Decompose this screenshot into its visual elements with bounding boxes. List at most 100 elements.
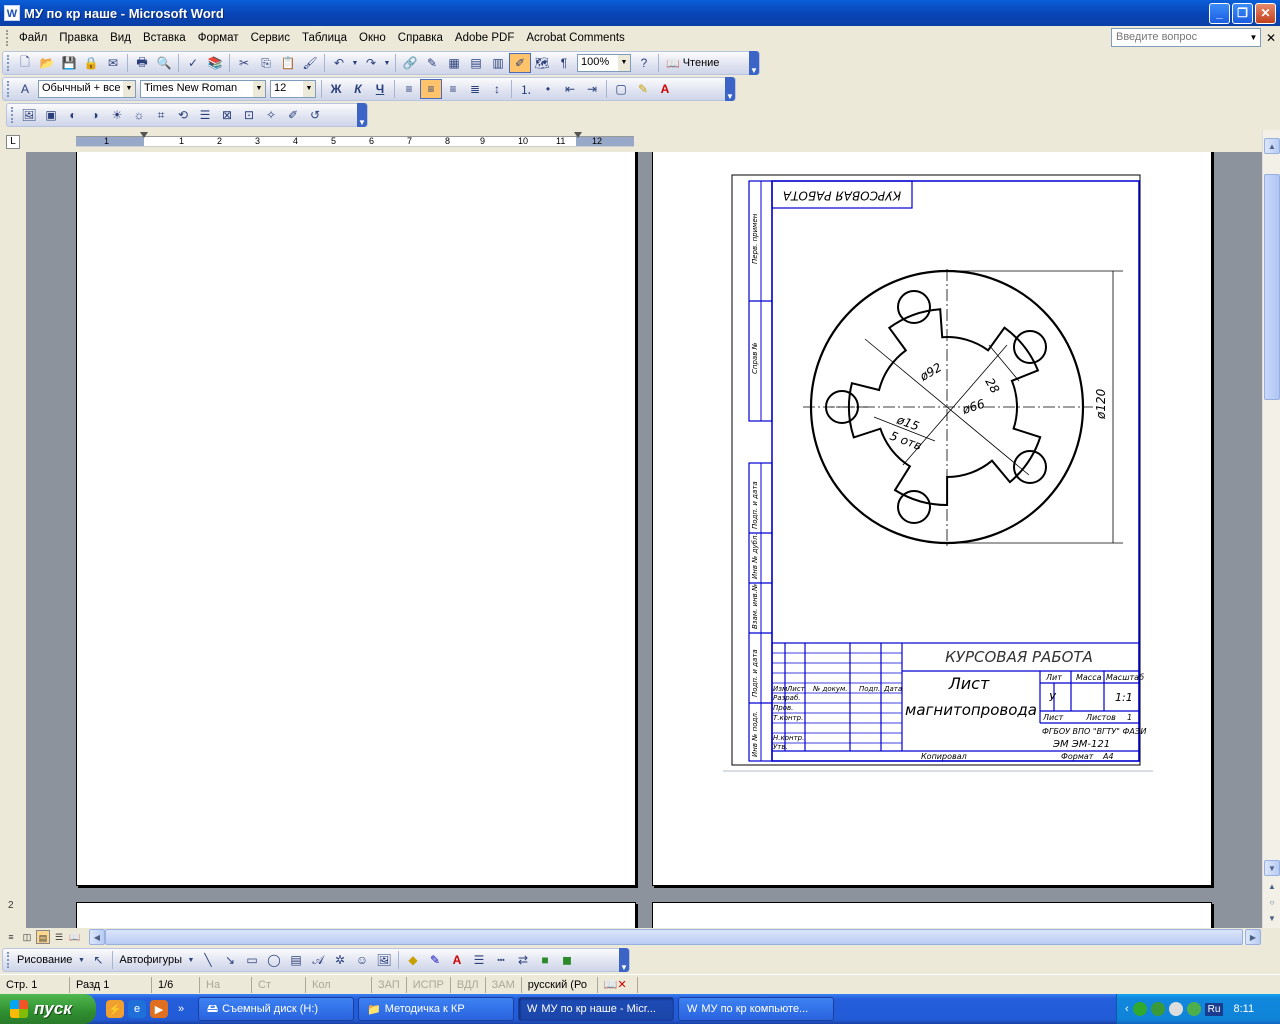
zoom-select[interactable]: 100% ▼ bbox=[577, 54, 631, 72]
toolbar-options-icon[interactable]: ▼ bbox=[725, 77, 735, 101]
task-word-other[interactable]: W МУ по кр компьюте... bbox=[678, 997, 834, 1021]
horizontal-ruler[interactable]: 1 1 2 3 4 5 6 7 8 9 10 11 12 bbox=[76, 132, 634, 147]
font-select[interactable]: Times New Roman ▼ bbox=[140, 80, 266, 98]
page-left-next[interactable] bbox=[76, 902, 636, 928]
scroll-left-icon[interactable]: ◀ bbox=[89, 929, 105, 945]
volume-icon[interactable] bbox=[1168, 1002, 1183, 1016]
toolbar-grip[interactable] bbox=[11, 107, 14, 123]
textbox-icon[interactable]: ▤ bbox=[285, 950, 307, 970]
style-select[interactable]: Обычный + все ▼ bbox=[38, 80, 136, 98]
zoom-dropdown-icon[interactable]: ▼ bbox=[618, 55, 630, 71]
vertical-scrollbar[interactable]: ▲ ▼ ▲ ○ ▼ bbox=[1262, 130, 1280, 928]
borders-icon[interactable]: ▢ bbox=[610, 79, 632, 99]
internet-explorer-icon[interactable]: e bbox=[128, 1000, 146, 1018]
more-contrast-icon[interactable]: ◐ bbox=[62, 105, 84, 125]
more-brightness-icon[interactable]: ☀ bbox=[106, 105, 128, 125]
decrease-indent-icon[interactable]: ⇤ bbox=[559, 79, 581, 99]
page-left[interactable] bbox=[76, 152, 636, 886]
status-ext[interactable]: ВДЛ bbox=[451, 976, 486, 993]
read-mode-button[interactable]: 📖 Чтение bbox=[662, 53, 723, 73]
status-ovr[interactable]: ЗАМ bbox=[486, 976, 522, 993]
page-right[interactable]: Перв. примен Справ № Подп. и дата Инв № … bbox=[652, 152, 1212, 886]
draw-dropdown-icon[interactable]: ▼ bbox=[75, 950, 87, 970]
menu-help[interactable]: Справка bbox=[392, 32, 449, 44]
info-icon[interactable] bbox=[1186, 1002, 1201, 1016]
text-wrap-icon[interactable]: ⊡ bbox=[238, 105, 260, 125]
email-icon[interactable]: ✉ bbox=[102, 53, 124, 73]
undo-icon[interactable]: ↶ bbox=[328, 53, 350, 73]
dash-style-icon[interactable]: ┅ bbox=[490, 950, 512, 970]
numbering-icon[interactable]: ⒈ bbox=[515, 79, 537, 99]
normal-view-icon[interactable]: ≡ bbox=[4, 930, 18, 944]
horizontal-scroll-thumb[interactable] bbox=[105, 929, 1243, 945]
menu-file[interactable]: Файл bbox=[13, 32, 53, 44]
task-removable-disk[interactable]: 🖴 Съемный диск (H:) bbox=[198, 997, 354, 1021]
hyperlink-icon[interactable]: 🔗 bbox=[399, 53, 421, 73]
print-icon[interactable]: 🖶 bbox=[131, 53, 153, 73]
scroll-up-icon[interactable]: ▲ bbox=[1264, 138, 1280, 154]
tab-selector[interactable]: L bbox=[6, 135, 20, 149]
less-brightness-icon[interactable]: ☼ bbox=[128, 105, 150, 125]
line-color-icon[interactable]: ✎ bbox=[424, 950, 446, 970]
toolbar-options-icon[interactable]: ▼ bbox=[357, 103, 367, 127]
network-icon[interactable] bbox=[1132, 1002, 1147, 1016]
scroll-right-icon[interactable]: ▶ bbox=[1245, 929, 1261, 945]
reset-picture-icon[interactable]: ↺ bbox=[304, 105, 326, 125]
new-document-icon[interactable]: 🗋 bbox=[14, 53, 36, 73]
fill-color-icon[interactable]: ◆ bbox=[402, 950, 424, 970]
web-view-icon[interactable]: ◫ bbox=[20, 930, 34, 944]
toolbar-options-icon[interactable]: ▼ bbox=[619, 948, 629, 972]
right-indent-marker[interactable] bbox=[574, 132, 582, 138]
underline-button[interactable]: Ч bbox=[369, 79, 391, 99]
reading-view-icon[interactable]: 📖 bbox=[68, 930, 82, 944]
bullets-icon[interactable]: • bbox=[537, 79, 559, 99]
messenger-icon[interactable] bbox=[1150, 1002, 1165, 1016]
autoshapes-dropdown-icon[interactable]: ▼ bbox=[185, 950, 197, 970]
status-rec[interactable]: ЗАП bbox=[372, 976, 407, 993]
diagram-icon[interactable]: ✲ bbox=[329, 950, 351, 970]
status-trk[interactable]: ИСПР bbox=[407, 976, 451, 993]
print-layout-icon[interactable]: ▤ bbox=[36, 930, 50, 944]
insert-excel-icon[interactable]: ▤ bbox=[465, 53, 487, 73]
toolbar-options-icon[interactable]: ▼ bbox=[749, 51, 759, 75]
font-dropdown-icon[interactable]: ▼ bbox=[253, 81, 265, 97]
line-spacing-icon[interactable]: ↕ bbox=[486, 79, 508, 99]
menu-adobe-pdf[interactable]: Adobe PDF bbox=[449, 32, 520, 44]
document-map-icon[interactable]: 🗺 bbox=[531, 53, 553, 73]
page-right-next[interactable] bbox=[652, 902, 1212, 928]
outline-view-icon[interactable]: ☰ bbox=[52, 930, 66, 944]
undo-dropdown-icon[interactable]: ▼ bbox=[350, 53, 360, 73]
align-right-icon[interactable]: ≡ bbox=[442, 79, 464, 99]
cut-icon[interactable]: ✂ bbox=[233, 53, 255, 73]
wordart-icon[interactable]: 𝒜 bbox=[307, 950, 329, 970]
previous-page-icon[interactable]: ▲ bbox=[1264, 878, 1280, 894]
open-folder-icon[interactable]: 📂 bbox=[36, 53, 58, 73]
word-app-icon[interactable]: W bbox=[4, 5, 20, 21]
quicklaunch-more-icon[interactable]: » bbox=[172, 1000, 190, 1018]
toolbar-grip[interactable] bbox=[7, 55, 10, 71]
line-icon[interactable]: ╲ bbox=[197, 950, 219, 970]
start-button[interactable]: пуск bbox=[0, 994, 96, 1024]
crop-icon[interactable]: ⌗ bbox=[150, 105, 172, 125]
first-line-indent-marker[interactable] bbox=[140, 132, 148, 138]
task-methodichka[interactable]: 📁 Методичка к КР bbox=[358, 997, 514, 1021]
technical-drawing[interactable]: Перв. примен Справ № Подп. и дата Инв № … bbox=[653, 152, 1213, 887]
shadow-icon[interactable]: ■ bbox=[534, 950, 556, 970]
font-size-select[interactable]: 12 ▼ bbox=[270, 80, 316, 98]
format-painter-icon[interactable]: 🖌 bbox=[299, 53, 321, 73]
close-document-icon[interactable]: ✕ bbox=[1266, 31, 1276, 45]
horizontal-scrollbar[interactable]: ◀ ▶ bbox=[89, 929, 1261, 945]
arrow-icon[interactable]: ↘ bbox=[219, 950, 241, 970]
redo-dropdown-icon[interactable]: ▼ bbox=[382, 53, 392, 73]
menu-view[interactable]: Вид bbox=[104, 32, 137, 44]
research-icon[interactable]: 📚 bbox=[204, 53, 226, 73]
redo-icon[interactable]: ↷ bbox=[360, 53, 382, 73]
align-left-icon[interactable]: ≡ bbox=[398, 79, 420, 99]
toolbar-grip[interactable] bbox=[7, 952, 10, 968]
help-icon[interactable]: ? bbox=[633, 53, 655, 73]
autoshapes-button[interactable]: Автофигуры bbox=[116, 954, 185, 966]
browse-object-icon[interactable]: ○ bbox=[1264, 894, 1280, 910]
color-icon[interactable]: ▣ bbox=[40, 105, 62, 125]
quicklaunch-app-icon[interactable]: ⚡ bbox=[106, 1000, 124, 1018]
insert-table-icon[interactable]: ▦ bbox=[443, 53, 465, 73]
